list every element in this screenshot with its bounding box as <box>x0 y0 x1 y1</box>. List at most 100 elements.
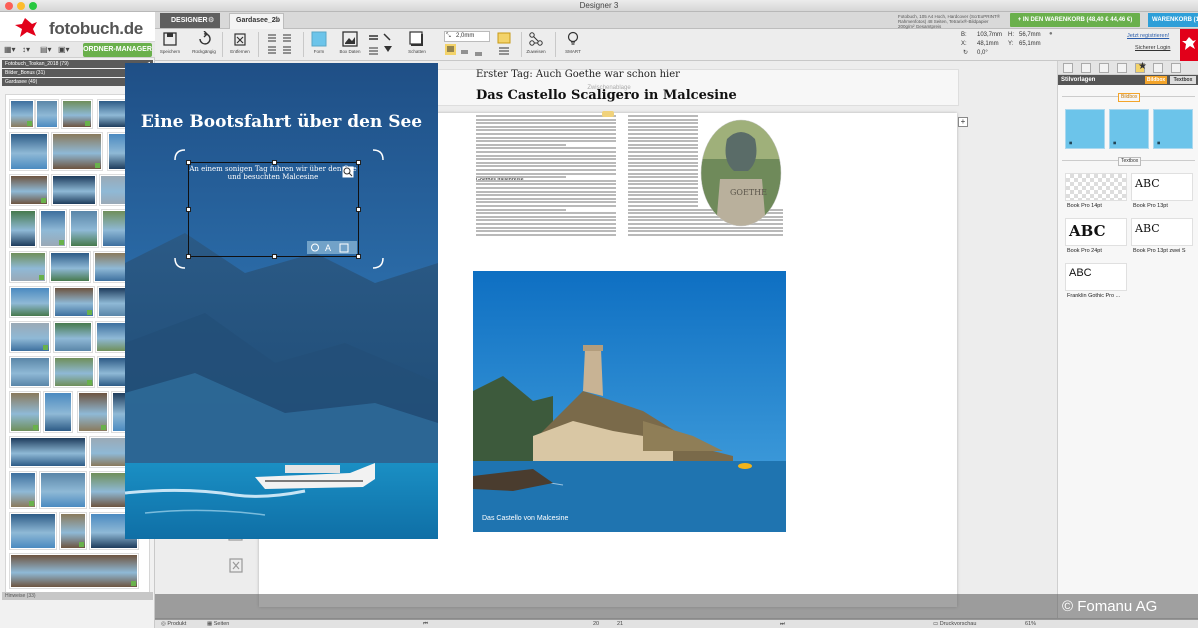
register-link[interactable]: Jetzt registrieren! <box>1127 33 1169 39</box>
photo-thumbnail[interactable] <box>10 554 138 588</box>
login-link[interactable]: Sicherer Login <box>1135 45 1170 51</box>
photo-thumbnail[interactable] <box>78 392 108 432</box>
save-button[interactable]: Speichern <box>158 31 182 54</box>
text-style-card[interactable]: ABC <box>1065 218 1127 246</box>
text-style-card[interactable] <box>1065 173 1127 201</box>
photo-thumbnail[interactable] <box>62 100 92 128</box>
smart-button[interactable]: SMART <box>561 31 585 54</box>
last-page-icon[interactable]: ⏭ <box>780 620 785 628</box>
photo-thumbnail[interactable] <box>36 100 58 128</box>
spine-handle-icon[interactable] <box>602 111 614 117</box>
photo-thumbnail[interactable] <box>10 472 36 508</box>
photo-thumbnail[interactable] <box>10 322 50 352</box>
photo-thumbnail[interactable] <box>54 357 94 387</box>
close-tab-icon[interactable]: ✕ <box>274 14 280 28</box>
body-text-line <box>628 147 698 150</box>
photo-thumbnail[interactable] <box>10 513 56 549</box>
goethe-bust-photo[interactable]: GOETHE <box>700 119 782 227</box>
cart-button[interactable]: WARENKORB (1) <box>1148 13 1198 27</box>
photo-thumbnail[interactable] <box>10 357 50 387</box>
product-tab[interactable]: ◎ Produkt <box>161 620 186 628</box>
shadow-button[interactable]: Schatten <box>403 31 431 54</box>
line-style-buttons[interactable] <box>367 31 397 57</box>
photo-thumbnail[interactable] <box>70 210 98 247</box>
box-data-button[interactable]: Box Daten <box>338 31 362 54</box>
assign-button[interactable]: Zuweisen <box>523 31 549 54</box>
text-style-card[interactable]: ABC <box>1065 263 1127 291</box>
page-from[interactable]: 20 <box>593 620 599 628</box>
photo-thumbnail[interactable] <box>10 252 46 282</box>
tab-designer[interactable]: DESIGNER ⚙ <box>160 13 220 28</box>
grid-view-icon[interactable]: ▦▾ <box>4 44 16 56</box>
lock-icon[interactable]: ● <box>1049 30 1053 38</box>
tab-layouts-icon[interactable] <box>1099 63 1109 73</box>
tab-pages-icon[interactable] <box>1063 63 1073 73</box>
photo-thumbnail[interactable] <box>60 513 86 549</box>
tab-bildbox[interactable]: Bildbox <box>1145 76 1167 84</box>
tab-layers-icon[interactable] <box>1153 63 1163 73</box>
minimize-window-button[interactable] <box>17 2 25 10</box>
add-page-icon[interactable]: + <box>958 117 968 127</box>
photo-thumbnail[interactable] <box>10 392 40 432</box>
photo-thumbnail[interactable] <box>40 210 66 247</box>
vertical-align-button[interactable] <box>495 31 515 57</box>
photo-thumbnail[interactable] <box>10 133 48 170</box>
first-page-icon[interactable]: ⏮ <box>423 620 428 628</box>
gear-icon[interactable]: ⚙ <box>208 13 214 28</box>
undo-button[interactable]: Rückgängig <box>191 31 217 54</box>
print-preview-toggle[interactable]: ▭ Druckvorschau <box>933 620 976 628</box>
zoom-window-button[interactable] <box>29 2 37 10</box>
text-style-card[interactable]: ABC <box>1131 218 1193 246</box>
page-heading[interactable]: Eine Bootsfahrt über den See <box>125 113 438 132</box>
ordner-manager-button[interactable]: ORDNER-MANAGER <box>83 43 152 57</box>
tab-photos-icon[interactable] <box>1081 63 1091 73</box>
rotation-value[interactable]: 0,0° <box>977 49 988 57</box>
right-page[interactable]: Erster Tag: Auch Goethe war schon hier D… <box>468 63 790 539</box>
text-style-card[interactable]: ABC <box>1131 173 1193 201</box>
photo-thumbnail[interactable] <box>10 210 36 247</box>
castle-photo[interactable]: Das Castello von Malcesine <box>473 271 786 532</box>
height-value[interactable]: 56,7mm <box>1019 31 1041 39</box>
photo-thumbnail[interactable] <box>50 252 90 282</box>
delete-page-icon[interactable] <box>226 554 246 574</box>
hints-row[interactable]: Hinweise (33) <box>2 592 153 600</box>
photo-thumbnail[interactable] <box>44 392 72 432</box>
sort-icon[interactable]: ↕▾ <box>22 44 30 56</box>
photo-thumbnail[interactable] <box>52 175 96 205</box>
close-window-button[interactable] <box>5 2 13 10</box>
page-kicker[interactable]: Erster Tag: Auch Goethe war schon hier <box>476 69 680 80</box>
width-value[interactable]: 103,7mm <box>977 31 1002 39</box>
zoom-value[interactable]: 61% <box>1025 620 1036 628</box>
body-text-line <box>628 179 698 182</box>
photo-thumbnail[interactable] <box>10 175 48 205</box>
tab-clipart-icon[interactable] <box>1117 63 1127 73</box>
x-value[interactable]: 48,1mm <box>977 40 999 48</box>
tab-document[interactable]: Gardasee_2b ✕ <box>229 13 284 29</box>
page-title[interactable]: Das Castello Scaligero in Malcesine <box>476 88 737 103</box>
image-style-swatch[interactable]: ◼ <box>1153 109 1193 149</box>
add-to-cart-button[interactable]: + IN DEN WARENKORB (48,40 € 44,46 €) <box>1010 13 1140 27</box>
photo-thumbnail[interactable] <box>40 472 86 508</box>
photo-thumbnail[interactable] <box>10 437 86 467</box>
photo-thumbnail[interactable] <box>10 100 34 128</box>
image-style-swatch[interactable]: ◼ <box>1065 109 1105 149</box>
left-page[interactable]: Eine Bootsfahrt über den See An einem so… <box>125 63 438 539</box>
photo-thumbnail[interactable] <box>54 322 92 352</box>
arrange-buttons[interactable] <box>265 31 297 57</box>
form-button[interactable]: Form <box>307 31 331 54</box>
align-buttons[interactable] <box>444 44 490 58</box>
tab-textbox[interactable]: Textbox <box>1170 76 1196 84</box>
filter-icon[interactable]: ▤▾ <box>40 44 52 56</box>
folder-view-icon[interactable]: ▣▾ <box>58 44 70 56</box>
tab-web-icon[interactable] <box>1171 63 1181 73</box>
photo-thumbnail[interactable] <box>52 133 102 170</box>
image-style-swatch[interactable]: ◼ <box>1109 109 1149 149</box>
photo-thumbnail[interactable] <box>10 287 50 317</box>
stroke-width-field[interactable]: ⤡ 2,0mm <box>444 31 490 42</box>
delete-button[interactable]: Entfernen <box>228 31 252 54</box>
pages-tab[interactable]: ▦ Seiten <box>207 620 229 628</box>
photo-thumbnail[interactable] <box>54 287 94 317</box>
page-to[interactable]: 21 <box>617 620 623 628</box>
body-text-line <box>476 230 616 233</box>
y-value[interactable]: 65,1mm <box>1019 40 1041 48</box>
